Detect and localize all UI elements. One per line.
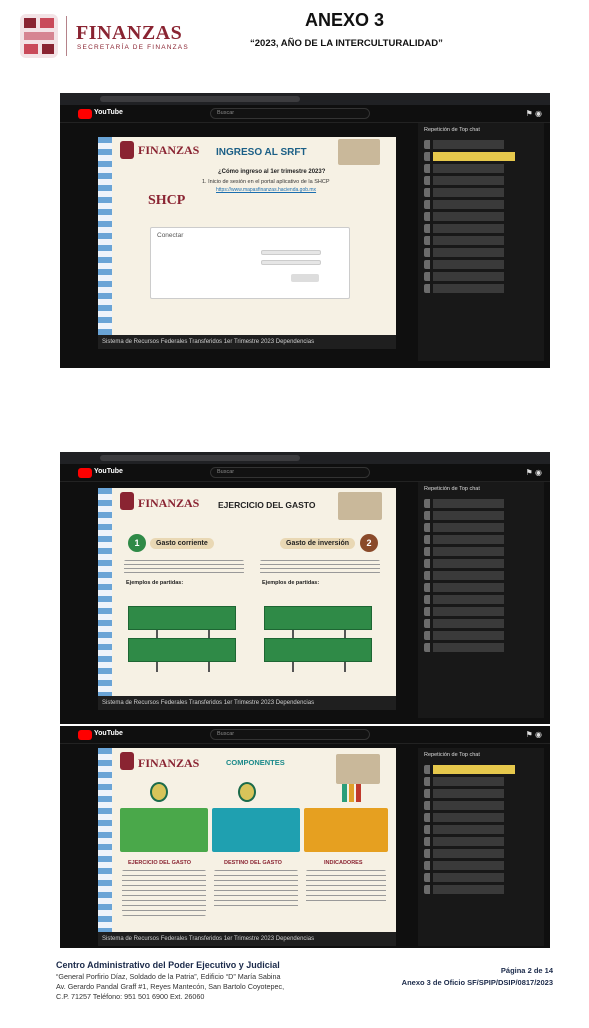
youtube-logo-icon[interactable]: [78, 730, 92, 740]
chat-panel: Repetición de Top chat: [418, 482, 544, 718]
shcp-link[interactable]: https://www.mapasfinanzas.hacienda.gob.m…: [216, 187, 316, 193]
youtube-wordmark: YouTube: [94, 109, 123, 116]
slide-ingreso: FINANZAS INGRESO AL SRFT ¿Cómo ingreso a…: [98, 137, 396, 349]
document-reference: Anexo 3 de Oficio SF/SPIP/DSIP/0817/2023: [401, 978, 553, 987]
col-indicadores-title: INDICADORES: [324, 860, 363, 866]
slide-brand: FINANZAS: [138, 756, 200, 770]
money-bag-icon: [150, 782, 168, 802]
slide-title: INGRESO AL SRFT: [216, 147, 307, 158]
bar-chart-icon: [342, 784, 362, 802]
chat-header: Repetición de Top chat: [424, 752, 480, 758]
search-placeholder: Buscar: [217, 110, 235, 116]
left-examples-label: Ejemplos de partidas:: [126, 580, 184, 586]
slide-question: ¿Cómo ingreso al 1er trimestre 2023?: [218, 169, 326, 175]
col-ejercicio-title: EJERCICIO DEL GASTO: [128, 860, 192, 866]
card-indicadores: [304, 808, 388, 852]
shcp-logo: SHCP: [148, 193, 186, 208]
org-name: FINANZAS: [76, 22, 183, 44]
page-number: Página 2 de 14: [500, 966, 553, 975]
login-heading: Conectar: [157, 232, 184, 239]
slide-caption: Sistema de Recursos Federales Transferid…: [98, 696, 396, 710]
browser-bar: [60, 93, 550, 105]
document-title: ANEXO 3: [305, 10, 385, 30]
account-icons[interactable]: ⚑ ◉: [526, 730, 542, 739]
header-divider: [66, 16, 67, 56]
chat-panel: Repetición de Top chat: [418, 748, 544, 946]
chat-panel: Repetición de Top chat: [418, 123, 544, 361]
slide-body: 1. Inicio de sesión en el portal aplicat…: [202, 179, 330, 185]
col-destino-title: DESTINO DEL GASTO: [224, 860, 282, 866]
search-placeholder: Buscar: [217, 469, 235, 475]
slide-ejercicio: FINANZAS EJERCICIO DEL GASTO 1 Gasto cor…: [98, 488, 396, 710]
youtube-logo-icon[interactable]: [78, 468, 92, 478]
youtube-logo-icon[interactable]: [78, 109, 92, 119]
document-motto: “2023, AÑO DE LA INTERCULTURALIDAD”: [250, 38, 443, 49]
search-input[interactable]: Buscar: [210, 729, 370, 740]
gasto-corriente-heading: Gasto corriente: [150, 538, 214, 549]
slide-caption: Sistema de Recursos Federales Transferid…: [98, 335, 396, 349]
footer-line3: C.P. 71257 Teléfono: 951 501 6900 Ext. 2…: [56, 992, 205, 1001]
footer-line1: “General Porfirio Díaz, Soldado de la Pa…: [56, 972, 281, 981]
slide-caption: Sistema de Recursos Federales Transferid…: [98, 932, 396, 946]
account-icons[interactable]: ⚑ ◉: [526, 468, 542, 477]
search-placeholder: Buscar: [217, 731, 235, 737]
screenshot-ejercicio: YouTube Buscar ⚑ ◉ FINANZAS EJERCICIO DE…: [60, 452, 550, 724]
slide-title: EJERCICIO DEL GASTO: [218, 500, 316, 510]
slide-componentes: FINANZAS COMPONENTES EJERCICIO DEL GASTO…: [98, 748, 396, 946]
slide-title: COMPONENTES: [226, 758, 285, 767]
num-badge-right: 2: [360, 534, 378, 552]
chat-header: Repetición de Top chat: [424, 127, 480, 133]
org-subtitle: SECRETARÍA DE FINANZAS: [77, 44, 189, 51]
account-icons[interactable]: ⚑ ◉: [526, 109, 542, 118]
finanzas-logo: [18, 10, 60, 64]
youtube-header: YouTube Buscar ⚑ ◉: [60, 105, 550, 123]
youtube-wordmark: YouTube: [94, 468, 123, 475]
num-badge-left: 1: [128, 534, 146, 552]
footer-org: Centro Administrativo del Poder Ejecutiv…: [56, 960, 280, 970]
chat-header: Repetición de Top chat: [424, 486, 480, 492]
slide-brand: FINANZAS: [138, 143, 200, 157]
youtube-wordmark: YouTube: [94, 730, 123, 737]
footer-line2: Av. Gerardo Pandal Graff #1, Reyes Mante…: [56, 982, 285, 991]
money-icon: [238, 782, 256, 802]
right-examples-label: Ejemplos de partidas:: [262, 580, 320, 586]
card-ejercicio: [120, 808, 208, 852]
search-input[interactable]: Buscar: [210, 467, 370, 478]
gasto-inversion-heading: Gasto de inversión: [280, 538, 356, 549]
screenshot-componentes: YouTube Buscar ⚑ ◉ FINANZAS COMPONENTES …: [60, 726, 550, 948]
slide-brand: FINANZAS: [138, 496, 200, 510]
screenshot-ingreso: YouTube Buscar ⚑ ◉ FINANZAS INGRESO AL S…: [60, 93, 550, 368]
card-destino: [212, 808, 300, 852]
login-panel: Conectar: [150, 227, 350, 299]
search-input[interactable]: Buscar: [210, 108, 370, 119]
